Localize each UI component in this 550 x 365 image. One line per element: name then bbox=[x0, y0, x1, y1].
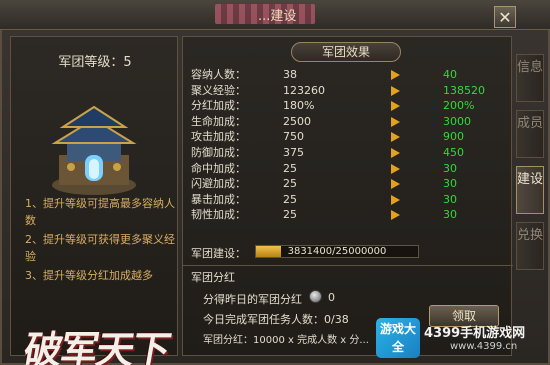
tab-info[interactable]: 信息 bbox=[516, 54, 544, 102]
effects-title: 军团效果 bbox=[291, 42, 401, 62]
watermark-brand: 4399手机游戏网 bbox=[424, 326, 526, 341]
stat-current: 750 bbox=[283, 130, 304, 144]
stat-row: 聚义经验： 123260 138520 bbox=[191, 83, 511, 99]
stat-row: 命中加成： 25 30 bbox=[191, 161, 511, 177]
build-progress-bar: 3831400/25000000 bbox=[255, 245, 419, 258]
close-button[interactable]: ✕ bbox=[494, 6, 516, 28]
stat-next: 138520 bbox=[443, 83, 485, 97]
arrow-icon bbox=[391, 85, 400, 96]
build-progress-text: 3831400/25000000 bbox=[287, 246, 387, 257]
game-logo: 破军天下 bbox=[20, 327, 173, 365]
yesterday-bonus-label: 分得昨日的军团分红 bbox=[203, 293, 302, 306]
stat-next: 900 bbox=[443, 130, 464, 144]
stat-next: 30 bbox=[443, 208, 457, 222]
bonus-formula: 军团分红：10000 x 完成人数 x 分... bbox=[203, 335, 369, 346]
legion-level-panel: 军团等级：5 1、提升等级可提高最多容纳人数 2、提升等级可获得更多聚义经验 3… bbox=[10, 36, 180, 365]
stat-current: 25 bbox=[283, 161, 297, 175]
stat-label: 防御加成： bbox=[191, 145, 246, 159]
bonus-title: 军团分红 bbox=[191, 271, 235, 284]
stat-current: 123260 bbox=[283, 83, 325, 97]
stat-row: 攻击加成： 750 900 bbox=[191, 129, 511, 145]
today-tasks-label: 今日完成军团任务人数：0/38 bbox=[203, 313, 349, 326]
arrow-icon bbox=[391, 179, 400, 190]
arrow-icon bbox=[391, 147, 400, 158]
stat-label: 生命加成： bbox=[191, 114, 246, 128]
arrow-icon bbox=[391, 194, 400, 205]
build-label: 军团建设： bbox=[191, 247, 246, 260]
stat-row: 闪避加成： 25 30 bbox=[191, 176, 511, 192]
legion-level-label: 军团等级：5 bbox=[58, 55, 132, 70]
stat-next: 200% bbox=[443, 99, 475, 113]
stat-row: 分红加成： 180% 200% bbox=[191, 98, 511, 114]
window-title: ...建设 bbox=[258, 9, 297, 24]
silver-coin-icon bbox=[309, 290, 322, 303]
stat-label: 暴击加成： bbox=[191, 192, 246, 206]
arrow-icon bbox=[391, 116, 400, 127]
tip-item: 1、提升等级可提高最多容纳人数 bbox=[25, 197, 175, 227]
stat-label: 分红加成： bbox=[191, 99, 246, 113]
stat-current: 38 bbox=[283, 68, 297, 81]
legion-palace-icon bbox=[51, 105, 137, 195]
stat-current: 180% bbox=[283, 99, 315, 113]
stat-current: 25 bbox=[283, 177, 297, 191]
stat-row: 韧性加成： 25 30 bbox=[191, 207, 511, 223]
watermark-logo: 游戏大全 bbox=[376, 318, 420, 358]
arrow-icon bbox=[391, 101, 400, 112]
stats-list: 容纳人数： 38 40 聚义经验： 123260 138520 分红加成： 180% 200… bbox=[191, 67, 511, 223]
arrow-icon bbox=[391, 132, 400, 143]
stat-next: 40 bbox=[443, 68, 457, 81]
stat-row: 暴击加成： 25 30 bbox=[191, 192, 511, 208]
tab-members[interactable]: 成员 bbox=[516, 110, 544, 158]
stat-current: 2500 bbox=[283, 114, 311, 128]
stat-next: 450 bbox=[443, 145, 464, 159]
arrow-icon bbox=[391, 210, 400, 221]
stat-row: 容纳人数： 38 40 bbox=[191, 67, 511, 83]
stat-row: 生命加成： 2500 3000 bbox=[191, 114, 511, 130]
arrow-icon bbox=[391, 70, 400, 80]
stat-label: 攻击加成： bbox=[191, 130, 246, 144]
tab-build[interactable]: 建设 bbox=[516, 166, 544, 214]
stat-current: 25 bbox=[283, 192, 297, 206]
stat-label: 聚义经验： bbox=[191, 83, 246, 97]
level-tips: 1、提升等级可提高最多容纳人数 2、提升等级可获得更多聚义经验 3、提升等级分红… bbox=[25, 195, 180, 286]
title-bar: ...建设 ✕ bbox=[0, 0, 550, 30]
yesterday-bonus-value: 0 bbox=[328, 291, 335, 304]
tip-item: 2、提升等级可获得更多聚义经验 bbox=[25, 233, 175, 263]
section-divider bbox=[183, 265, 513, 266]
stat-next: 3000 bbox=[443, 114, 471, 128]
stat-label: 韧性加成： bbox=[191, 208, 246, 222]
stat-label: 命中加成： bbox=[191, 161, 246, 175]
tab-exchange[interactable]: 兑换 bbox=[516, 222, 544, 270]
arrow-icon bbox=[391, 163, 400, 174]
stat-row: 防御加成： 375 450 bbox=[191, 145, 511, 161]
tip-item: 3、提升等级分红加成越多 bbox=[25, 269, 153, 282]
legion-effects-panel: 军团效果 容纳人数： 38 40 聚义经验： 123260 138520 分红加成： 18… bbox=[182, 36, 513, 356]
stat-next: 30 bbox=[443, 192, 457, 206]
stat-label: 容纳人数： bbox=[191, 68, 246, 81]
watermark-url: www.4399.cn bbox=[450, 341, 518, 352]
stat-current: 25 bbox=[283, 208, 297, 222]
stat-current: 375 bbox=[283, 145, 304, 159]
stat-next: 30 bbox=[443, 177, 457, 191]
stat-next: 30 bbox=[443, 161, 457, 175]
stat-label: 闪避加成： bbox=[191, 177, 246, 191]
